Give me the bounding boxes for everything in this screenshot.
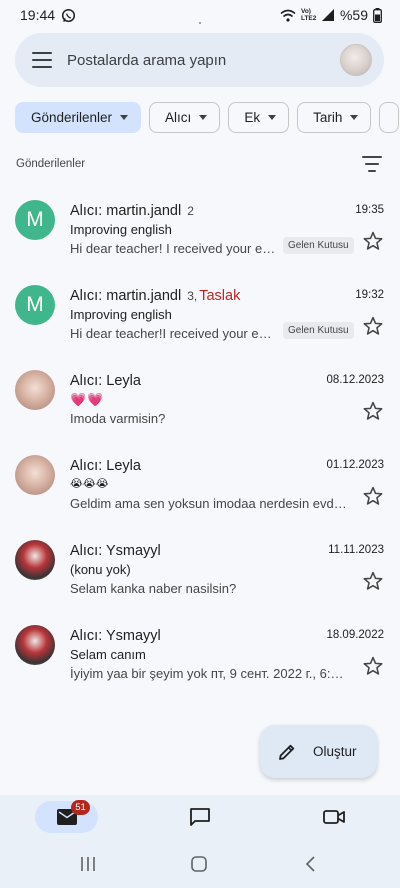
star-icon[interactable]	[362, 655, 384, 677]
star-icon[interactable]	[362, 230, 384, 252]
email-time: 18.09.2022	[326, 629, 384, 641]
sender-name: Alıcı: martin.jandl	[70, 288, 182, 304]
star-icon[interactable]	[362, 315, 384, 337]
sender-avatar	[15, 455, 55, 495]
thread-count: 3,	[187, 289, 198, 303]
bottom-nav	[0, 795, 400, 840]
battery-icon	[373, 7, 382, 23]
sender-line: Alıcı: martin.jandl 2	[70, 203, 194, 219]
section-title: Gönderilenler	[16, 158, 86, 170]
email-subject: 💗💗	[70, 392, 105, 407]
email-snippet: Selam kanka naber nasilsin?	[70, 581, 237, 596]
sender-line: Alıcı: Ysmayyl	[70, 628, 161, 644]
star-icon[interactable]	[362, 570, 384, 592]
status-bar: 19:44 Vo) LTE2 %59	[0, 0, 400, 30]
nav-chat[interactable]	[170, 801, 230, 833]
email-subject: Improving english	[70, 222, 172, 237]
star-icon[interactable]	[362, 400, 384, 422]
chip-attachment[interactable]: Ek	[228, 102, 290, 133]
sender-line: Alıcı: Leyla	[70, 373, 141, 389]
filter-icon[interactable]	[362, 156, 382, 172]
sender-name: Alıcı: martin.jandl	[70, 203, 182, 219]
sender-name: Alıcı: Leyla	[70, 373, 141, 389]
compose-button[interactable]: Oluştur	[260, 725, 377, 778]
email-time: 08.12.2023	[326, 374, 384, 386]
chat-icon	[190, 808, 210, 826]
sender-line: Alıcı: Ysmayyl	[70, 543, 161, 559]
signal-icon	[321, 9, 334, 21]
chip-date[interactable]: Tarih	[297, 102, 372, 133]
sender-name: Alıcı: Ysmayyl	[70, 628, 161, 644]
sender-line: Alıcı: Leyla	[70, 458, 141, 474]
draft-label: Taslak	[199, 288, 241, 304]
caret-down-icon	[120, 115, 129, 120]
video-icon	[323, 810, 345, 824]
sender-avatar	[15, 540, 55, 580]
whatsapp-icon	[61, 8, 76, 22]
email-row[interactable]: Alıcı: Ysmayyl 11.11.2023 (konu yok) Sel…	[0, 530, 400, 615]
pencil-icon	[279, 744, 295, 760]
email-snippet: İyiyim yaa bir şeyim yok пт, 9 сент. 202…	[70, 666, 350, 681]
nav-meet[interactable]	[304, 801, 364, 833]
email-row[interactable]: M Alıcı: martin.jandl 3, Taslak 19:32 Im…	[0, 275, 400, 360]
chip-recipient[interactable]: Alıcı	[149, 102, 221, 133]
email-snippet: Geldim ama sen yoksun imodaa nerdesin ev…	[70, 496, 350, 511]
email-snippet: Imoda varmisin?	[70, 411, 166, 426]
sender-avatar: M	[15, 200, 55, 240]
email-subject: (konu yok)	[70, 562, 131, 577]
email-snippet: Hi dear teacher! I received your email a…	[70, 241, 278, 256]
thread-count: 2	[187, 204, 194, 218]
email-snippet: Hi dear teacher!I received your email an…	[70, 326, 278, 341]
inbox-label: Gelen Kutusu	[283, 322, 354, 339]
email-row[interactable]: Alıcı: Leyla 08.12.2023 💗💗 Imoda varmisi…	[0, 360, 400, 445]
email-row[interactable]: Alıcı: Ysmayyl 18.09.2022 Selam canım İy…	[0, 615, 400, 700]
caret-down-icon	[350, 115, 359, 120]
email-subject: Improving english	[70, 307, 172, 322]
home-icon[interactable]	[189, 854, 209, 874]
email-time: 19:35	[355, 204, 384, 216]
search-bar[interactable]: Postalarda arama yapın	[15, 33, 384, 87]
chip-label: Tarih	[313, 110, 343, 125]
star-icon[interactable]	[362, 485, 384, 507]
email-time: 01.12.2023	[326, 459, 384, 471]
wifi-icon	[280, 9, 296, 22]
camera-dot	[199, 22, 201, 24]
email-subject: Selam canım	[70, 647, 146, 662]
system-nav	[0, 840, 400, 888]
filter-chips: Gönderilenler Alıcı Ek Tarih	[15, 102, 400, 134]
back-icon[interactable]	[301, 854, 321, 874]
inbox-label: Gelen Kutusu	[283, 237, 354, 254]
chip-sent[interactable]: Gönderilenler	[15, 102, 142, 133]
search-input[interactable]: Postalarda arama yapın	[67, 52, 340, 69]
account-avatar[interactable]	[340, 44, 372, 76]
email-row[interactable]: Alıcı: Leyla 01.12.2023 😭😭😭 Geldim ama s…	[0, 445, 400, 530]
network-label: Vo) LTE2	[300, 8, 317, 22]
email-list: M Alıcı: martin.jandl 2 19:35 Improving …	[0, 190, 400, 700]
chip-label: Gönderilenler	[31, 110, 113, 125]
email-row[interactable]: M Alıcı: martin.jandl 2 19:35 Improving …	[0, 190, 400, 275]
menu-icon[interactable]	[32, 52, 52, 68]
email-time: 19:32	[355, 289, 384, 301]
status-time: 19:44	[20, 7, 56, 23]
caret-down-icon	[268, 115, 277, 120]
chip-more[interactable]	[379, 102, 400, 133]
recent-apps-icon[interactable]	[78, 854, 98, 874]
chip-label: Ek	[244, 110, 261, 125]
caret-down-icon	[199, 115, 208, 120]
compose-label: Oluştur	[313, 744, 357, 759]
email-subject: 😭😭😭	[70, 478, 109, 490]
sender-avatar: M	[15, 285, 55, 325]
battery-percent: %59	[339, 7, 368, 23]
email-time: 11.11.2023	[328, 544, 384, 556]
sender-name: Alıcı: Ysmayyl	[70, 543, 161, 559]
sender-line: Alıcı: martin.jandl 3, Taslak	[70, 288, 240, 304]
sender-avatar	[15, 370, 55, 410]
mail-badge: 51	[71, 800, 90, 815]
chip-label: Alıcı	[165, 110, 192, 125]
sender-name: Alıcı: Leyla	[70, 458, 141, 474]
sender-avatar	[15, 625, 55, 665]
